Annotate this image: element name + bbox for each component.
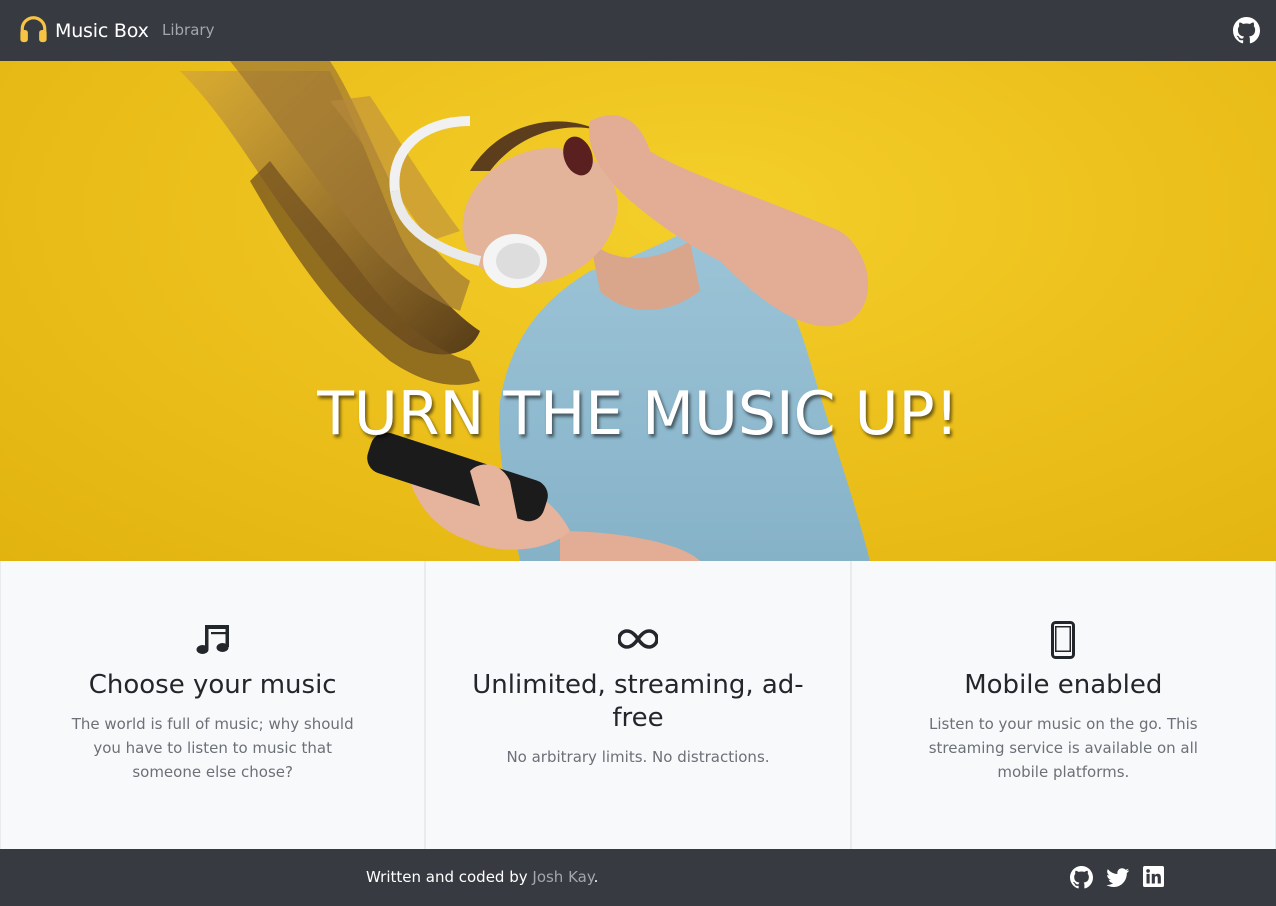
nav-link-library[interactable]: Library	[162, 21, 214, 39]
footer-credit: Written and coded by Josh Kay.	[366, 868, 598, 886]
headphones-icon	[18, 14, 49, 48]
feature-description: The world is full of music; why should y…	[71, 715, 354, 781]
author-link[interactable]: Josh Kay	[532, 868, 593, 886]
music-note-icon	[195, 621, 231, 659]
top-navbar: Music Box Library	[0, 0, 1276, 61]
github-icon[interactable]	[1233, 17, 1260, 44]
twitter-icon[interactable]	[1106, 866, 1130, 889]
footer-credit-prefix: Written and coded by	[366, 868, 533, 886]
feature-title: Unlimited, streaming, ad-free	[472, 670, 804, 733]
page-footer: Written and coded by Josh Kay.	[0, 849, 1276, 906]
infinity-icon	[617, 621, 659, 659]
github-icon[interactable]	[1070, 866, 1093, 889]
hero-image	[180, 61, 870, 561]
hair	[180, 61, 480, 385]
features-section: Choose your music The world is full of m…	[0, 561, 1276, 849]
feature-description: No arbitrary limits. No distractions.	[506, 748, 770, 766]
feature-card-mobile: Mobile enabled Listen to your music on t…	[851, 561, 1275, 849]
brand-link[interactable]: Music Box	[18, 16, 149, 46]
brand-name: Music Box	[55, 20, 149, 42]
linkedin-icon[interactable]	[1143, 866, 1166, 889]
feature-card-choose-music: Choose your music The world is full of m…	[1, 561, 425, 849]
hero-banner: TURN THE MUSIC UP!	[0, 61, 1276, 561]
feature-title: Choose your music	[88, 670, 337, 700]
feature-card-unlimited: Unlimited, streaming, ad-free No arbitra…	[426, 561, 850, 849]
feature-title: Mobile enabled	[964, 670, 1163, 700]
mobile-phone-icon	[1051, 621, 1076, 659]
feature-description: Listen to your music on the go. This str…	[928, 715, 1198, 781]
footer-credit-suffix: .	[593, 868, 599, 886]
hero-title: TURN THE MUSIC UP!	[317, 379, 959, 449]
